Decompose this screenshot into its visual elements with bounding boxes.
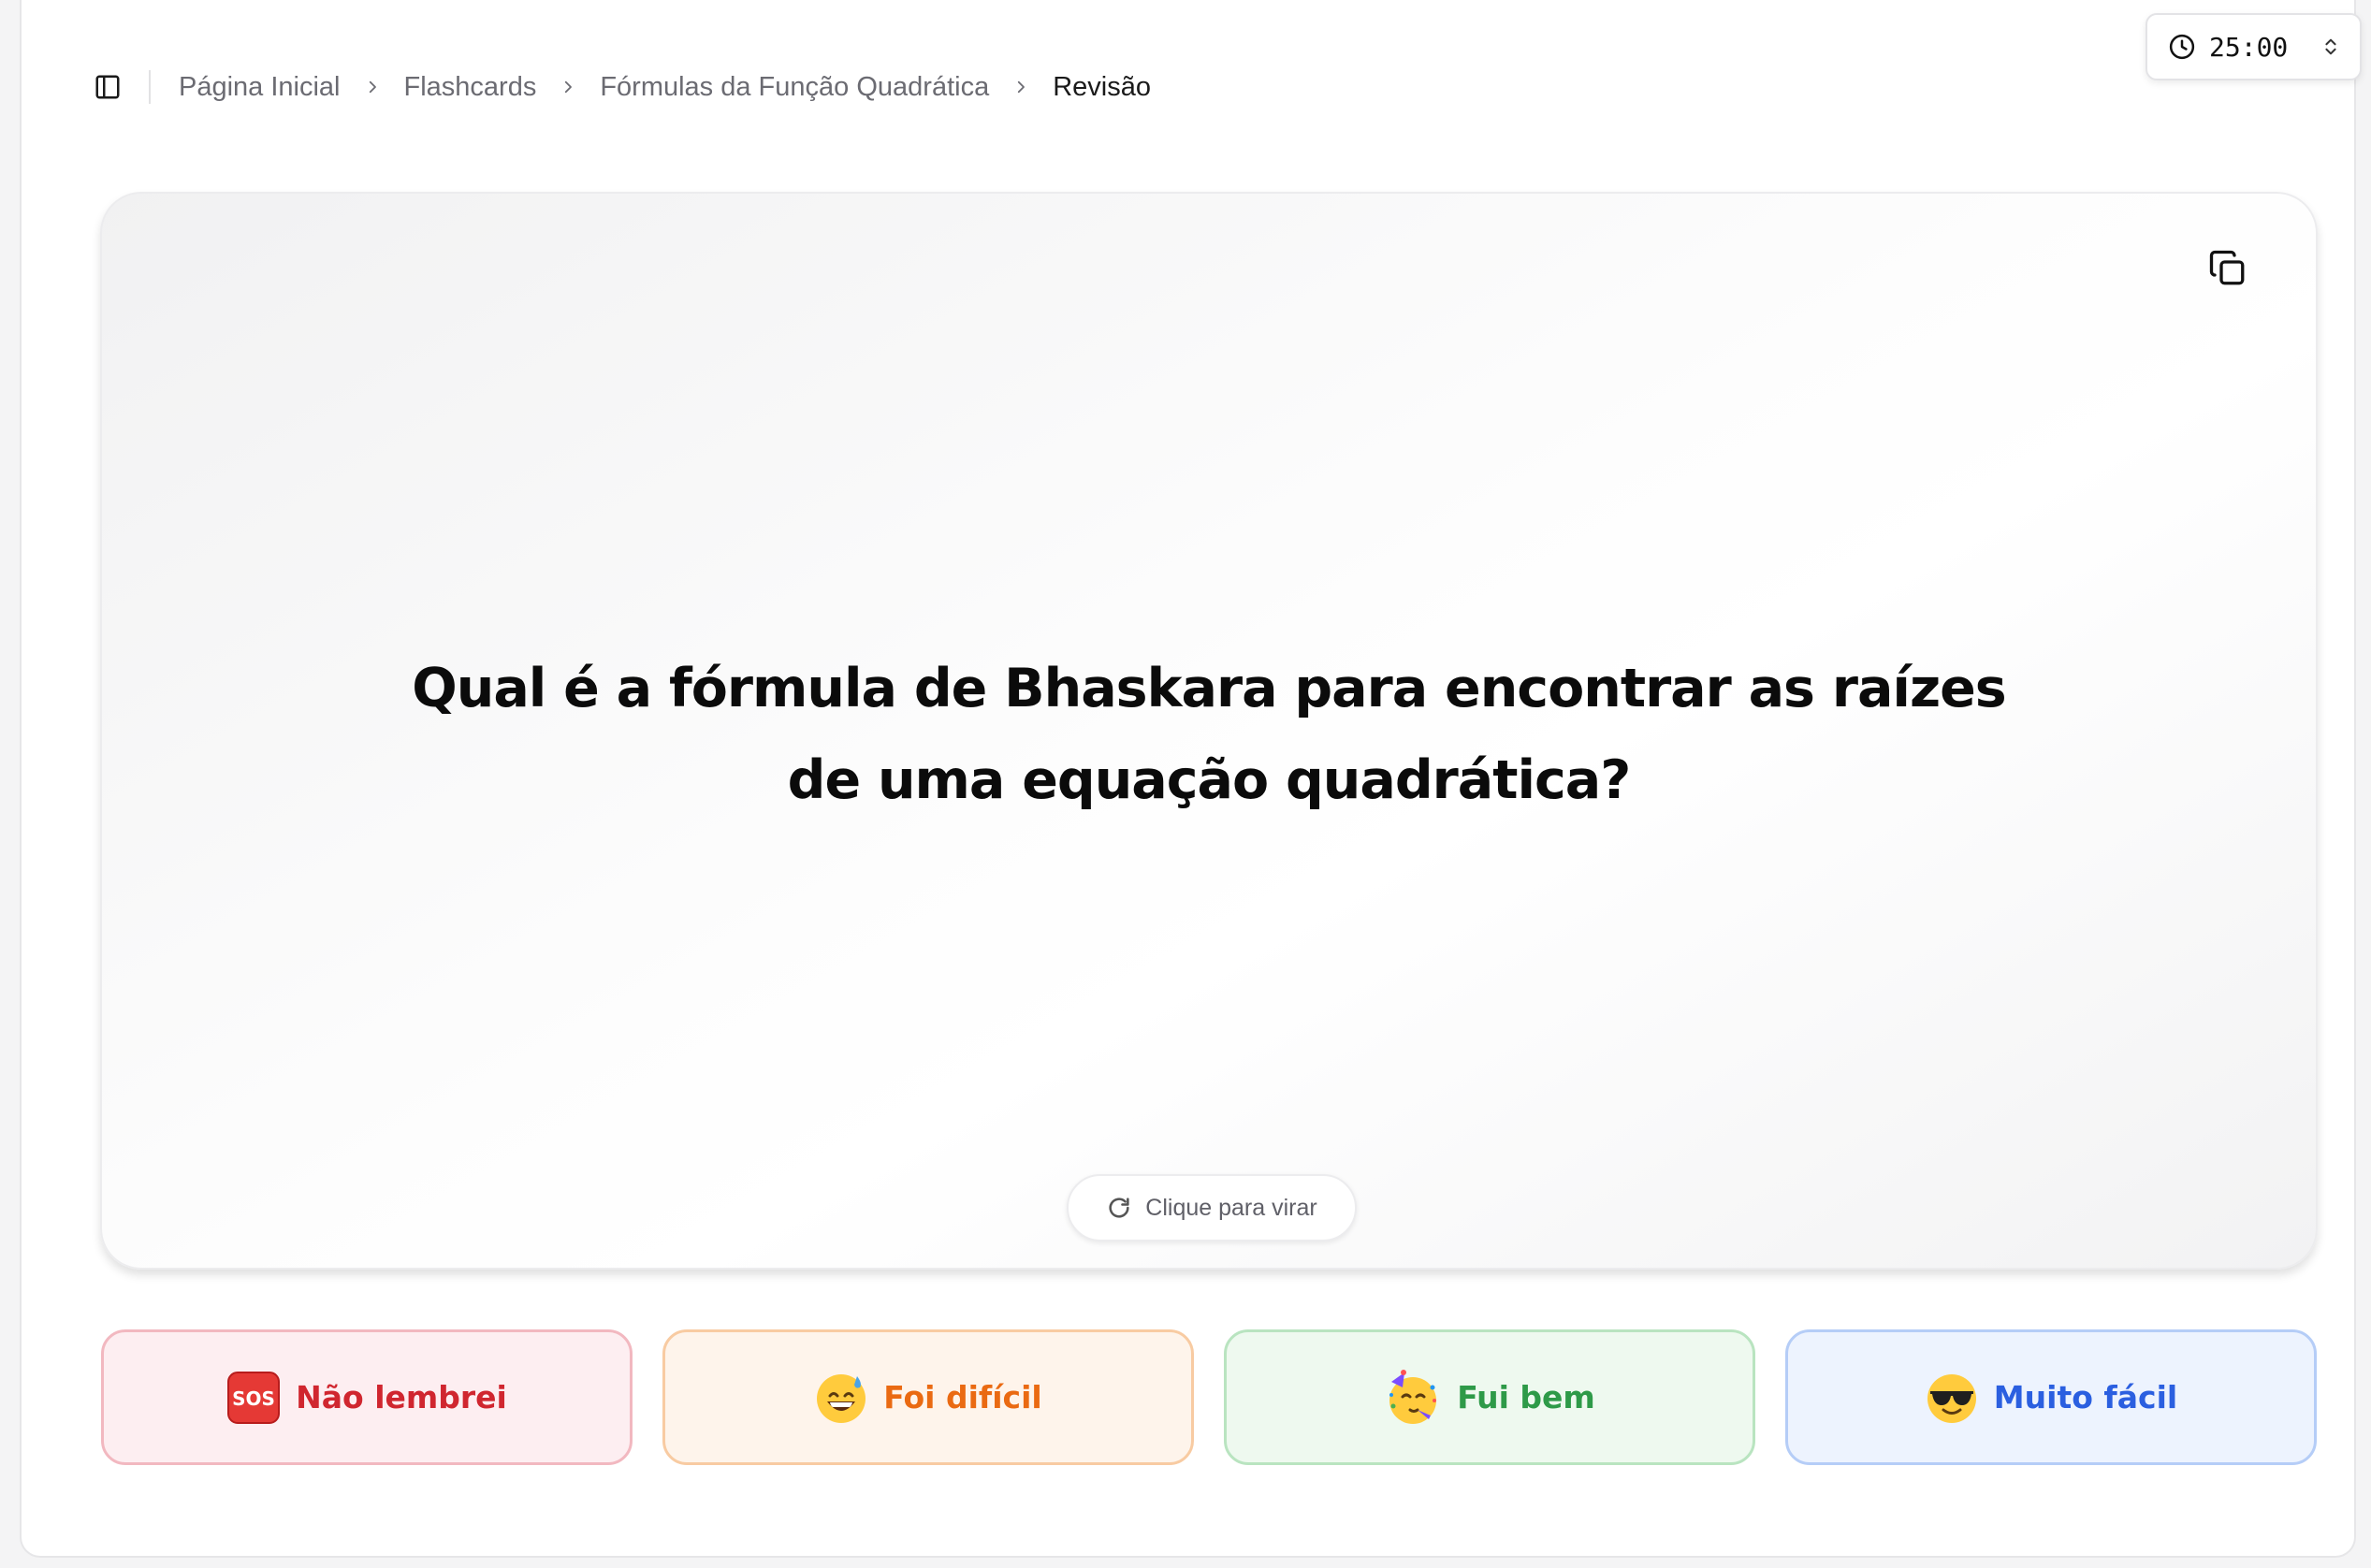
- timer-selector[interactable]: 25:00: [2146, 13, 2362, 80]
- rating-label: Fui bem: [1457, 1379, 1595, 1416]
- flashcard-question: Qual é a fórmula de Bhaskara para encont…: [412, 658, 2006, 811]
- breadcrumb: Página Inicial Flashcards Fórmulas da Fu…: [179, 72, 1151, 103]
- rating-label: Muito fácil: [1993, 1379, 2178, 1416]
- chevron-right-icon: [989, 79, 1053, 95]
- copy-icon: [2209, 250, 2245, 285]
- rating-label: Não lembrei: [296, 1379, 507, 1416]
- breadcrumb-home[interactable]: Página Inicial: [179, 72, 341, 103]
- flashcard[interactable]: Qual é a fórmula de Bhaskara para encont…: [100, 192, 2318, 1270]
- chevron-up-down-icon: [2325, 38, 2336, 55]
- chevron-right-icon: [341, 79, 404, 95]
- svg-text:SOS: SOS: [232, 1387, 275, 1410]
- chevron-right-icon: [536, 79, 600, 95]
- rating-button-muito-facil[interactable]: Muito fácil: [1785, 1329, 2317, 1465]
- sidebar-toggle-button[interactable]: [83, 63, 132, 111]
- breadcrumb-deck[interactable]: Fórmulas da Função Quadrática: [600, 72, 989, 103]
- flip-card-label: Clique para virar: [1145, 1194, 1317, 1221]
- breadcrumb-current: Revisão: [1053, 71, 1151, 102]
- rating-button-fui-bem[interactable]: Fui bem: [1224, 1329, 1755, 1465]
- app-panel: Página Inicial Flashcards Fórmulas da Fu…: [20, 0, 2362, 1558]
- sunglasses-face-emoji-icon: [1925, 1371, 1979, 1425]
- breadcrumb-flashcards[interactable]: Flashcards: [404, 72, 537, 103]
- timer-value: 25:00: [2209, 31, 2289, 63]
- copy-button[interactable]: [2202, 242, 2254, 295]
- refresh-icon: [1106, 1195, 1132, 1221]
- header: Página Inicial Flashcards Fórmulas da Fu…: [83, 58, 1151, 116]
- clock-icon: [2169, 34, 2195, 60]
- flip-card-button[interactable]: Clique para virar: [1067, 1174, 1357, 1241]
- grinning-sweat-emoji-icon: [814, 1371, 868, 1425]
- partying-face-emoji-icon: [1384, 1369, 1442, 1427]
- sos-emoji-icon: SOS: [226, 1371, 281, 1425]
- sidebar-panel-icon: [95, 75, 120, 99]
- header-divider: [149, 70, 151, 104]
- rating-button-foi-dificil[interactable]: Foi difícil: [662, 1329, 1194, 1465]
- rating-button-nao-lembrei[interactable]: SOS Não lembrei: [101, 1329, 633, 1465]
- rating-label: Foi difícil: [883, 1379, 1042, 1416]
